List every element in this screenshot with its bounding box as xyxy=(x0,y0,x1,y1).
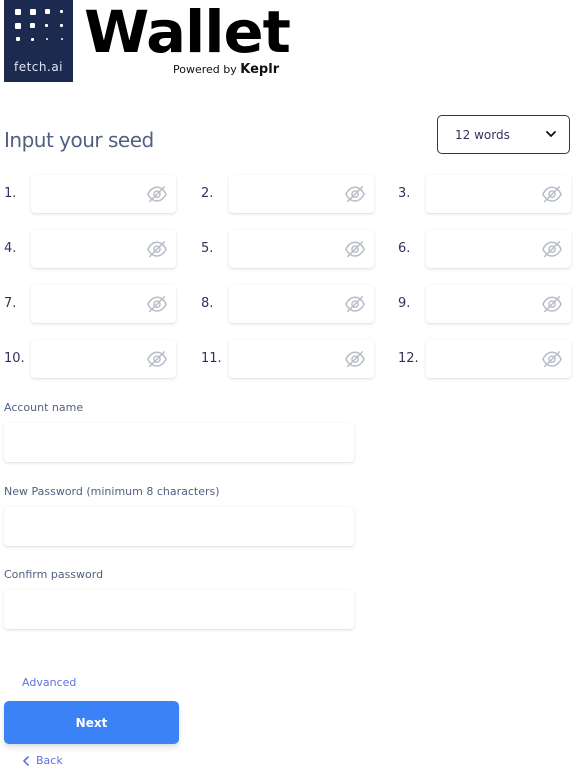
seed-word-input[interactable] xyxy=(426,285,571,323)
seed-word-number: 2. xyxy=(201,186,214,201)
seed-word-number: 10. xyxy=(4,351,25,366)
eye-slash-icon[interactable] xyxy=(146,185,168,203)
eye-slash-icon[interactable] xyxy=(541,350,563,368)
seed-word-number: 1. xyxy=(4,186,17,201)
seed-word-input[interactable] xyxy=(229,230,374,268)
seed-word-input[interactable] xyxy=(426,340,571,378)
eye-slash-icon[interactable] xyxy=(146,240,168,258)
eye-slash-icon[interactable] xyxy=(344,185,366,203)
powered-prefix: Powered by xyxy=(173,63,237,76)
seed-word-input[interactable] xyxy=(31,285,176,323)
eye-slash-icon[interactable] xyxy=(344,295,366,313)
confirm-password-input[interactable] xyxy=(4,590,354,629)
back-label: Back xyxy=(36,754,63,766)
page-title: Input your seed xyxy=(4,128,154,152)
new-password-label: New Password (minimum 8 characters) xyxy=(4,485,220,498)
seed-word-input[interactable] xyxy=(426,175,571,213)
seed-word-input[interactable] xyxy=(426,230,571,268)
eye-slash-icon[interactable] xyxy=(541,295,563,313)
powered-by: Powered by Keplr xyxy=(173,62,279,77)
eye-slash-icon[interactable] xyxy=(541,240,563,258)
eye-slash-icon[interactable] xyxy=(344,240,366,258)
chevron-down-icon xyxy=(546,131,556,137)
seed-word-number: 9. xyxy=(398,296,411,311)
seed-word-number: 4. xyxy=(4,241,17,256)
next-button[interactable]: Next xyxy=(4,701,179,744)
seed-word-number: 5. xyxy=(201,241,214,256)
seed-word-input[interactable] xyxy=(229,340,374,378)
chevron-left-icon xyxy=(23,755,29,766)
advanced-link[interactable]: Advanced xyxy=(22,676,76,689)
fetch-ai-logo: fetch.ai xyxy=(4,0,73,82)
eye-slash-icon[interactable] xyxy=(146,295,168,313)
seed-word-number: 11. xyxy=(201,351,222,366)
seed-word-input[interactable] xyxy=(229,285,374,323)
eye-slash-icon[interactable] xyxy=(541,185,563,203)
seed-word-number: 8. xyxy=(201,296,214,311)
logo-dots-icon xyxy=(15,9,65,49)
eye-slash-icon[interactable] xyxy=(344,350,366,368)
powered-brand: Keplr xyxy=(240,62,280,77)
seed-word-number: 12. xyxy=(398,351,419,366)
seed-word-number: 7. xyxy=(4,296,17,311)
seed-word-input[interactable] xyxy=(229,175,374,213)
back-link[interactable]: Back xyxy=(22,754,63,766)
seed-word-input[interactable] xyxy=(31,340,176,378)
word-count-select[interactable]: 12 words xyxy=(437,115,570,154)
eye-slash-icon[interactable] xyxy=(146,350,168,368)
account-name-input[interactable] xyxy=(4,423,354,462)
confirm-password-label: Confirm password xyxy=(4,568,104,581)
seed-word-input[interactable] xyxy=(31,230,176,268)
word-count-value: 12 words xyxy=(455,127,510,142)
account-name-label: Account name xyxy=(4,401,84,414)
new-password-input[interactable] xyxy=(4,507,354,546)
app-wordmark: Wallet xyxy=(84,0,291,66)
seed-word-number: 6. xyxy=(398,241,411,256)
seed-word-input[interactable] xyxy=(31,175,176,213)
seed-word-number: 3. xyxy=(398,186,411,201)
logo-text: fetch.ai xyxy=(13,60,64,74)
